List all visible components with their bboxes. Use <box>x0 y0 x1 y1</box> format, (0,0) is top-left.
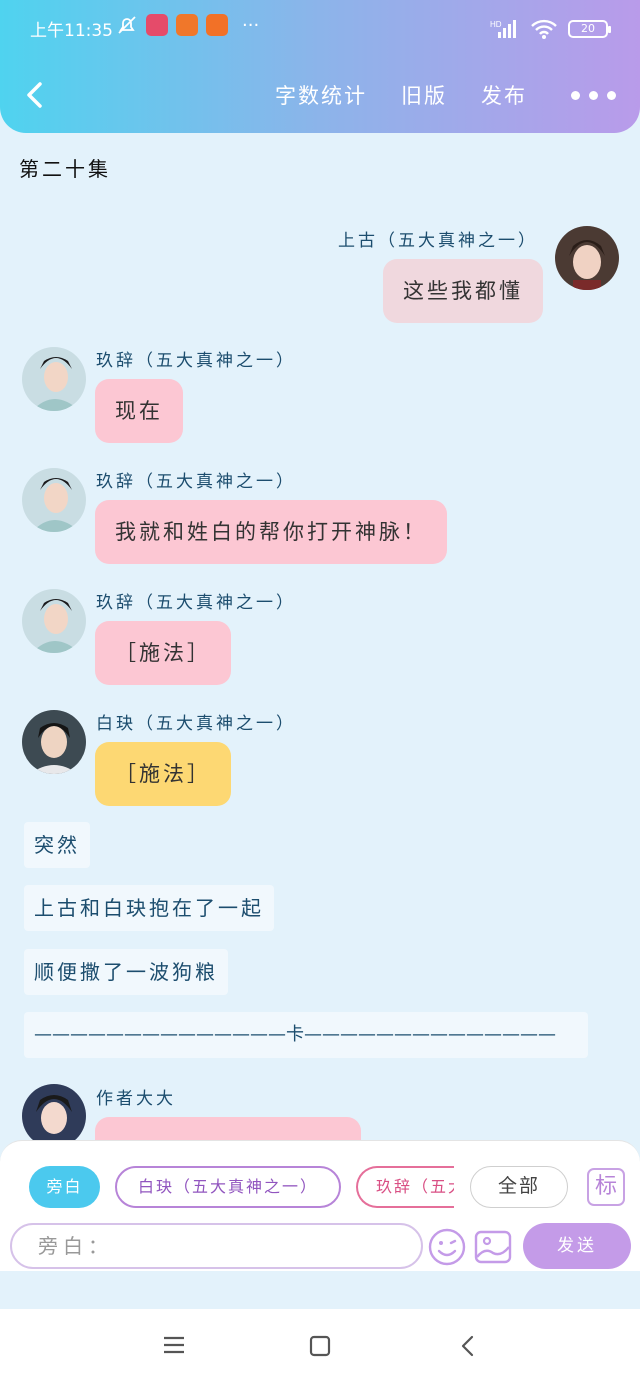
svg-text:HD: HD <box>490 20 502 29</box>
message-bubble[interactable]: ［施法］ <box>95 621 231 685</box>
chip-jiuci[interactable]: 玖辞（五大真神之一） <box>356 1166 454 1208</box>
avatar-jiuci[interactable] <box>22 347 86 411</box>
old-version-button[interactable]: 旧版 <box>401 80 447 110</box>
narration-line[interactable]: 上古和白玦抱在了一起 <box>24 885 274 931</box>
mute-bell-icon <box>118 16 136 34</box>
word-count-button[interactable]: 字数统计 <box>275 80 367 110</box>
avatar-jiuci[interactable] <box>22 589 86 653</box>
menu-icon[interactable] <box>163 1335 185 1355</box>
episode-title: 第二十集 <box>19 157 111 181</box>
avatar-shanggu[interactable] <box>555 226 619 290</box>
system-nav-bar <box>0 1309 640 1387</box>
image-icon[interactable] <box>473 1227 513 1267</box>
header-actions: 字数统计 旧版 发布 <box>241 80 616 110</box>
status-system-icons: HD 20 <box>490 18 611 40</box>
status-notification-icons: ··· <box>116 14 259 36</box>
avatar-image <box>22 468 86 532</box>
status-bar: 上午11:35 ··· HD 20 <box>0 14 640 44</box>
chip-baijue[interactable]: 白玦（五大真神之一） <box>115 1166 341 1208</box>
narration-line[interactable]: 顺便撒了一波狗粮 <box>24 949 228 995</box>
signal-icon: HD <box>490 20 516 38</box>
mark-button[interactable]: 标 <box>587 1168 625 1206</box>
app-notification-icon <box>176 14 198 36</box>
status-time: 上午11:35 <box>30 21 113 41</box>
back-icon[interactable] <box>460 1335 476 1357</box>
chip-narrator[interactable]: 旁白 <box>29 1166 100 1208</box>
app-notification-icon <box>146 14 168 36</box>
more-notifications-icon: ··· <box>242 14 260 36</box>
message-bubble[interactable]: 我就和姓白的帮你打开神脉！ <box>95 500 447 564</box>
back-arrow-icon[interactable] <box>20 78 50 112</box>
speaker-name: 作者大大 <box>96 1089 176 1109</box>
more-menu-icon[interactable] <box>571 90 616 100</box>
speaker-name: 白玦（五大真神之一） <box>96 714 296 734</box>
chip-all[interactable]: 全部 <box>470 1166 568 1208</box>
mi-notification-icon <box>206 14 228 36</box>
speaker-name: 上古（五大真神之一） <box>338 231 538 251</box>
avatar-image <box>22 1084 86 1148</box>
avatar-jiuci[interactable] <box>22 468 86 532</box>
panel-spacer <box>0 1271 640 1309</box>
message-bubble[interactable]: 现在 <box>95 379 183 443</box>
emoji-icon[interactable] <box>427 1227 467 1267</box>
message-input[interactable]: 旁白： <box>10 1223 423 1269</box>
narration-line[interactable]: 突然 <box>24 822 90 868</box>
send-button[interactable]: 发送 <box>523 1223 631 1269</box>
speaker-name: 玖辞（五大真神之一） <box>96 472 296 492</box>
message-bubble[interactable]: 这些我都懂 <box>383 259 543 323</box>
narration-divider[interactable]: ——————————————卡—————————————— <box>24 1012 588 1058</box>
wifi-icon <box>531 19 557 39</box>
battery-icon: 20 <box>568 20 611 38</box>
publish-button[interactable]: 发布 <box>481 80 527 110</box>
avatar-author[interactable] <box>22 1084 86 1148</box>
avatar-image <box>22 710 86 774</box>
speaker-name: 玖辞（五大真神之一） <box>96 593 296 613</box>
avatar-baijue[interactable] <box>22 710 86 774</box>
speaker-name: 玖辞（五大真神之一） <box>96 351 296 371</box>
composer-panel: 旁白 白玦（五大真神之一） 玖辞（五大真神之一） 全部 标 旁白： 发送 <box>0 1140 640 1271</box>
message-bubble[interactable]: ［施法］ <box>95 742 231 806</box>
top-header: 上午11:35 ··· HD 20 字数统计 旧版 发布 <box>0 0 640 133</box>
home-icon[interactable] <box>309 1335 331 1357</box>
avatar-image <box>555 226 619 290</box>
avatar-image <box>22 589 86 653</box>
avatar-image <box>22 347 86 411</box>
